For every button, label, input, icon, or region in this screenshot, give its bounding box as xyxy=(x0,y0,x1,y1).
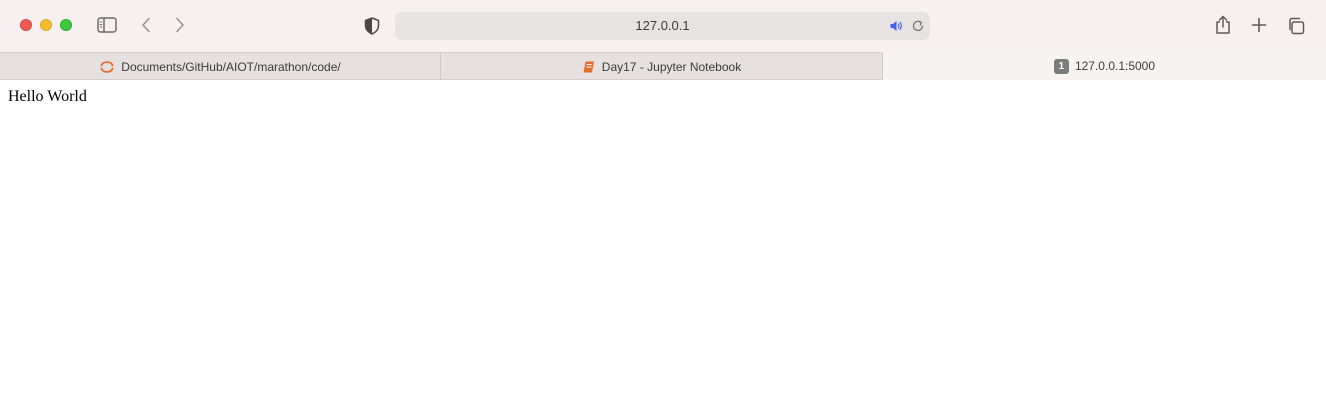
sidebar-icon xyxy=(97,17,117,33)
url-text[interactable]: 127.0.0.1 xyxy=(395,12,930,40)
tab-label: 127.0.0.1:5000 xyxy=(1074,59,1156,73)
share-button[interactable] xyxy=(1214,14,1232,36)
address-bar[interactable]: 127.0.0.1 xyxy=(395,12,930,40)
tabs-overview-icon xyxy=(1289,17,1305,35)
tab-overview-button[interactable] xyxy=(1286,16,1306,36)
tab-jupyter-tree[interactable]: Documents/GitHub/AIOT/marathon/code/ xyxy=(0,53,441,80)
tab-notebook[interactable]: Day17 - Jupyter Notebook xyxy=(441,53,883,80)
tab-label: Documents/GitHub/AIOT/marathon/code/ xyxy=(121,59,341,74)
tab-label: Day17 - Jupyter Notebook xyxy=(601,59,742,74)
page-content: Hello World xyxy=(0,80,1326,416)
notebook-icon xyxy=(582,60,596,74)
tab-bar: Documents/GitHub/AIOT/marathon/code/ Day… xyxy=(0,52,1326,80)
plus-icon xyxy=(1251,17,1267,33)
tab-badge: 1 xyxy=(1053,58,1069,74)
minimize-window-button[interactable] xyxy=(40,19,52,31)
privacy-report-button[interactable] xyxy=(363,16,381,36)
speaker-icon[interactable] xyxy=(889,19,903,38)
jupyter-icon xyxy=(99,59,115,75)
forward-button[interactable] xyxy=(172,15,188,35)
close-window-button[interactable] xyxy=(20,19,32,31)
toolbar: 127.0.0.1 xyxy=(0,0,1326,52)
zoom-window-button[interactable] xyxy=(60,19,72,31)
shield-icon xyxy=(364,17,380,35)
browser-window: 127.0.0.1 Documents/GitHub/AIOT/marathon… xyxy=(0,0,1326,416)
tab-localhost[interactable]: 1 127.0.0.1:5000 xyxy=(883,52,1326,80)
page-body-text: Hello World xyxy=(8,88,87,105)
new-tab-button[interactable] xyxy=(1250,16,1268,34)
chevron-left-icon xyxy=(142,17,150,33)
reload-icon[interactable] xyxy=(911,19,925,38)
back-button[interactable] xyxy=(138,15,154,35)
chevron-right-icon xyxy=(176,17,184,33)
sidebar-toggle-button[interactable] xyxy=(96,16,118,34)
share-icon xyxy=(1216,15,1230,34)
